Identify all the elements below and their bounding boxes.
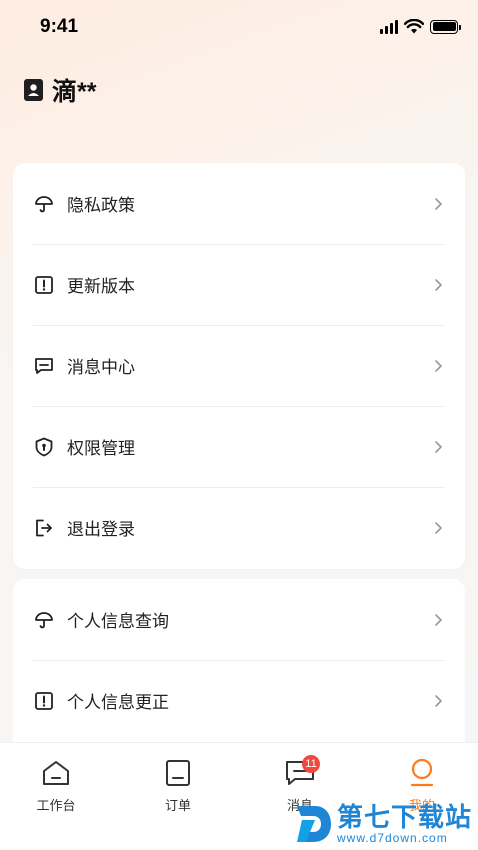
umbrella-icon — [34, 194, 54, 214]
tab-label: 订单 — [164, 798, 191, 813]
umbrella-icon — [34, 610, 54, 630]
message-icon: 11 — [284, 755, 320, 789]
alert-square-icon — [34, 691, 54, 711]
menu-item-privacy-policy[interactable]: 隐私政策 — [13, 163, 465, 244]
personal-info-card: 个人信息查询 个人信息更正 — [13, 579, 465, 749]
menu-item-personal-info-correction[interactable]: 个人信息更正 — [13, 660, 465, 741]
alert-square-icon — [34, 275, 54, 295]
tab-label: 工作台 — [36, 798, 76, 813]
menu-item-label: 个人信息更正 — [67, 693, 169, 712]
menu-item-label: 消息中心 — [67, 358, 135, 377]
order-icon — [162, 757, 194, 789]
chevron-right-icon — [435, 440, 442, 453]
chevron-right-icon — [435, 359, 442, 372]
status-time: 9:41 — [40, 16, 79, 37]
menu-item-personal-info-query[interactable]: 个人信息查询 — [13, 579, 465, 660]
chevron-right-icon — [435, 694, 442, 707]
menu-item-permission-management[interactable]: 权限管理 — [13, 406, 465, 487]
menu-item-message-center[interactable]: 消息中心 — [13, 325, 465, 406]
settings-card: 隐私政策 更新版本 消息中心 权限管理 退出登录 — [13, 163, 465, 569]
menu-item-label: 权限管理 — [67, 439, 135, 458]
wifi-icon — [404, 19, 424, 34]
watermark-text: 第七下载站 www.d7down.com — [337, 803, 472, 845]
user-header: 滴** — [24, 72, 96, 108]
user-name: 滴** — [52, 78, 97, 106]
profile-icon — [406, 757, 438, 789]
menu-item-label: 隐私政策 — [67, 196, 135, 215]
status-bar: 9:41 — [0, 0, 478, 56]
logout-icon — [34, 518, 54, 538]
tab-workbench[interactable]: 工作台 — [16, 757, 96, 814]
cellular-signal-icon — [380, 19, 398, 34]
chevron-right-icon — [435, 613, 442, 626]
d7-logo-icon — [296, 806, 331, 842]
menu-item-logout[interactable]: 退出登录 — [13, 487, 465, 568]
watermark: 第七下载站 www.d7down.com — [293, 802, 472, 846]
contact-card-icon — [24, 79, 43, 101]
chevron-right-icon — [435, 521, 442, 534]
watermark-title: 第七下载站 — [336, 802, 472, 832]
tab-orders[interactable]: 订单 — [138, 757, 218, 814]
menu-item-label: 个人信息查询 — [67, 612, 169, 631]
unread-badge: 11 — [302, 755, 320, 773]
menu-item-label: 退出登录 — [67, 520, 135, 539]
home-icon — [40, 757, 72, 789]
chevron-right-icon — [435, 278, 442, 291]
battery-icon — [430, 19, 461, 34]
watermark-url: www.d7down.com — [336, 831, 448, 845]
message-icon — [34, 356, 54, 376]
shield-lock-icon — [34, 437, 54, 457]
status-icons — [380, 19, 461, 34]
menu-item-label: 更新版本 — [67, 277, 135, 296]
chevron-right-icon — [435, 197, 442, 210]
menu-item-update-version[interactable]: 更新版本 — [13, 244, 465, 325]
